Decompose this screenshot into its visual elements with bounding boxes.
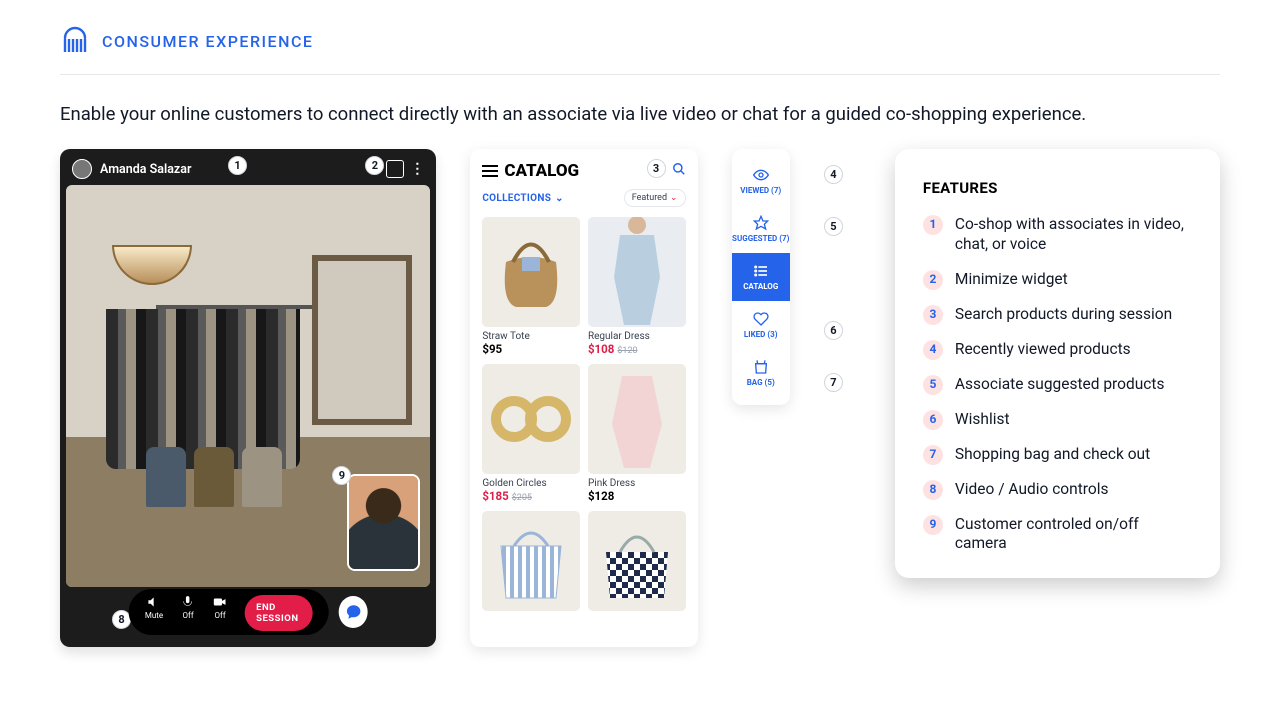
sidebar-label: VIEWED (7) (740, 186, 781, 195)
feature-text: Customer controled on/off camera (955, 515, 1192, 555)
sidebar-item-suggested[interactable]: SUGGESTED (7) (732, 205, 790, 253)
featured-dropdown[interactable]: Featured ⌄ (624, 189, 686, 207)
catalog-title: CATALOG (504, 161, 579, 181)
features-card: FEATURES 1Co-shop with associates in vid… (895, 149, 1220, 578)
pin-1: 1 (228, 156, 247, 175)
catalog-panel: 3 CATALOG COLLECTIONS ⌄ Featured ⌄ (470, 149, 697, 647)
sidebar-label: SUGGESTED (7) (732, 234, 789, 243)
sidebar-item-viewed[interactable]: VIEWED (7) (732, 157, 790, 205)
product-price: $95 (482, 342, 502, 356)
product-strike: $120 (617, 346, 637, 356)
collections-label: COLLECTIONS (482, 193, 551, 204)
brand-logo-icon (60, 24, 90, 58)
product-name: Pink Dress (588, 478, 686, 489)
pin-3: 3 (647, 159, 666, 178)
pin-2: 2 (365, 156, 384, 175)
feature-item: 1Co-shop with associates in video, chat,… (923, 215, 1192, 255)
pin-5: 5 (824, 217, 843, 236)
feature-text: Associate suggested products (955, 375, 1165, 395)
av-controls: Mute Off Off END SESSION (129, 589, 329, 635)
pin-4: 4 (824, 165, 843, 184)
associate-avatar (72, 159, 92, 179)
mic-label: Off (183, 611, 194, 620)
product-image (482, 364, 580, 474)
product-card[interactable] (588, 511, 686, 615)
menu-icon[interactable] (482, 164, 498, 178)
product-image (588, 364, 686, 474)
feature-item: 3Search products during session (923, 305, 1192, 325)
product-name: Golden Circles (482, 478, 580, 489)
product-price: $128 (588, 489, 614, 503)
features-title: FEATURES (923, 179, 1192, 197)
product-card[interactable]: Golden Circles $185 $205 (482, 364, 580, 503)
feature-item: 6Wishlist (923, 410, 1192, 430)
featured-label: Featured (632, 193, 667, 203)
product-image (588, 217, 686, 327)
product-name: Regular Dress (588, 331, 686, 342)
product-card[interactable]: Regular Dress $108$120 (588, 217, 686, 356)
sidebar-item-catalog[interactable]: CATALOG (732, 253, 790, 301)
pin-column: 4 5 . 6 7 (824, 149, 843, 392)
feature-item: 7Shopping bag and check out (923, 445, 1192, 465)
sidebar-label: BAG (5) (747, 378, 775, 387)
associate-name: Amanda Salazar (100, 162, 191, 177)
menu-dots-icon[interactable]: ⋮ (410, 161, 424, 177)
self-video-pip[interactable] (347, 474, 420, 571)
chevron-down-icon: ⌄ (555, 193, 564, 204)
feature-item: 9Customer controled on/off camera (923, 515, 1192, 555)
mute-button[interactable]: Mute (145, 595, 163, 631)
end-session-button[interactable]: END SESSION (245, 595, 313, 631)
camera-button[interactable]: Off (213, 595, 227, 631)
page-subtitle: Enable your online customers to connect … (60, 103, 1220, 125)
feature-text: Shopping bag and check out (955, 445, 1150, 465)
pin-6: 6 (824, 321, 843, 340)
pin-7: 7 (824, 373, 843, 392)
product-image (482, 511, 580, 611)
feature-item: 4Recently viewed products (923, 340, 1192, 360)
product-image (588, 511, 686, 611)
minimize-icon[interactable] (386, 160, 404, 178)
sidebar-nav: VIEWED (7) SUGGESTED (7) CATALOG LIKED (… (732, 149, 790, 405)
page-header: CONSUMER EXPERIENCE (60, 24, 1220, 75)
sidebar-label: CATALOG (743, 282, 778, 291)
product-strike: $205 (512, 493, 532, 503)
sidebar-item-bag[interactable]: BAG (5) (732, 349, 790, 397)
product-image (482, 217, 580, 327)
feature-text: Search products during session (955, 305, 1172, 325)
product-price: $108 (588, 342, 614, 356)
sidebar-item-liked[interactable]: LIKED (3) (732, 301, 790, 349)
product-card[interactable] (482, 511, 580, 615)
mic-button[interactable]: Off (181, 595, 195, 631)
product-name: Straw Tote (482, 331, 580, 342)
sidebar-label: LIKED (3) (744, 330, 778, 339)
chevron-down-icon: ⌄ (670, 193, 678, 203)
chat-button[interactable] (339, 596, 368, 628)
feature-text: Co-shop with associates in video, chat, … (955, 215, 1192, 255)
product-card[interactable]: Pink Dress $128 (588, 364, 686, 503)
feature-text: Minimize widget (955, 270, 1068, 290)
feature-item: 5Associate suggested products (923, 375, 1192, 395)
mute-label: Mute (145, 611, 163, 620)
camera-label: Off (215, 611, 226, 620)
product-price: $185 (482, 489, 508, 503)
video-panel: Amanda Salazar 1 2 ⋮ 9 8 (60, 149, 436, 647)
page-title: CONSUMER EXPERIENCE (102, 32, 313, 51)
feature-item: 2Minimize widget (923, 270, 1192, 290)
collections-dropdown[interactable]: COLLECTIONS ⌄ (482, 193, 564, 204)
product-card[interactable]: Straw Tote $95 (482, 217, 580, 356)
feature-text: Recently viewed products (955, 340, 1131, 360)
feature-text: Video / Audio controls (955, 480, 1109, 500)
feature-text: Wishlist (955, 410, 1010, 430)
feature-item: 8Video / Audio controls (923, 480, 1192, 500)
search-icon[interactable] (672, 161, 686, 181)
